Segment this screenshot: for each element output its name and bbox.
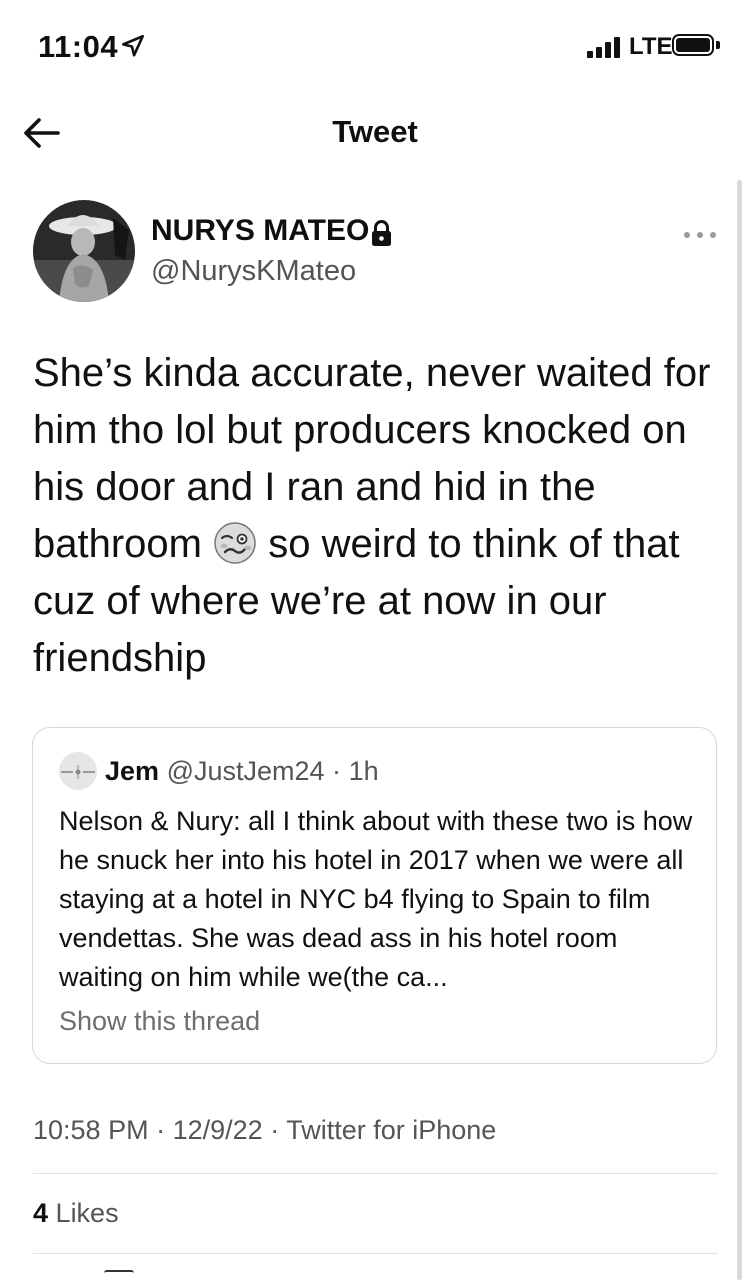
quoted-tweet-text: Nelson & Nury: all I think about with th… (59, 806, 693, 992)
signal-bars-icon (587, 36, 623, 58)
battery-icon (672, 34, 714, 56)
tweet-text: She’s kinda accurate, never waited for h… (33, 345, 723, 687)
tweet-detail-screen: 11:04 LTE Tweet NURYS MATEO @NurysKMateo… (0, 0, 750, 1280)
nav-bar: Tweet (0, 92, 750, 174)
page-title: Tweet (332, 114, 418, 149)
quoted-tweet-header: Jem @JustJem24 · 1h (105, 756, 379, 787)
quoted-separator: · (332, 756, 342, 786)
battery-cap (716, 41, 720, 49)
status-bar: 11:04 LTE (0, 0, 750, 92)
tweet-time: 10:58 PM (33, 1115, 149, 1145)
network-type: LTE (629, 33, 673, 60)
meta-separator: · (270, 1115, 280, 1145)
scrollbar[interactable] (737, 180, 742, 1280)
tweet-meta: 10:58 PM · 12/9/22 · Twitter for iPhone (33, 1115, 496, 1146)
meta-separator: · (156, 1115, 166, 1145)
avatar-photo (33, 200, 135, 302)
likes-count: 4 (33, 1198, 49, 1228)
more-options-button[interactable] (680, 220, 720, 250)
tweet-source[interactable]: Twitter for iPhone (286, 1115, 496, 1145)
woozy-face-emoji (214, 522, 256, 564)
tweet-date: 12/9/22 (172, 1115, 263, 1145)
location-arrow-icon (121, 34, 145, 57)
quoted-avatar-photo (59, 752, 97, 790)
quoted-timestamp: 1h (348, 756, 379, 786)
quoted-author-name: Jem (105, 756, 160, 786)
author-name[interactable]: NURYS MATEO (151, 214, 369, 248)
quoted-author-avatar (59, 752, 97, 790)
action-bar-icon[interactable] (104, 1270, 134, 1280)
show-thread-link[interactable]: Show this thread (59, 1006, 260, 1037)
divider (33, 1173, 718, 1174)
quoted-tweet-card[interactable]: Jem @JustJem24 · 1h Nelson & Nury: all I… (32, 727, 717, 1064)
author-handle[interactable]: @NurysKMateo (151, 255, 356, 288)
lock-icon (372, 220, 391, 246)
divider (33, 1253, 718, 1254)
status-time: 11:04 (38, 29, 119, 64)
quoted-author-handle: @JustJem24 (166, 756, 325, 786)
likes-count-link[interactable]: 4 Likes (33, 1198, 119, 1229)
author-avatar[interactable] (33, 200, 135, 302)
likes-label: Likes (55, 1198, 119, 1228)
